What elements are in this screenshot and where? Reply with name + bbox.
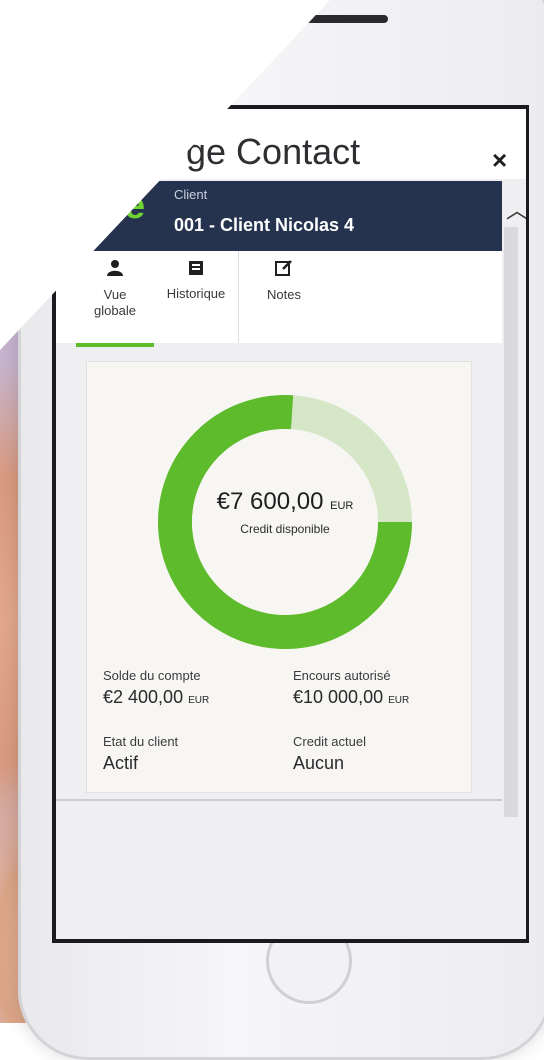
client-label: Client: [174, 187, 208, 202]
scrollbar[interactable]: [504, 227, 518, 817]
stat-label: Etat du client: [103, 734, 179, 749]
stat-value: Aucun: [293, 753, 345, 773]
client-name: 001 - Client Nicolas 4: [174, 215, 355, 235]
stat-value: €2 400,00 EUR: [103, 687, 210, 707]
tab-divider: [238, 251, 239, 343]
app-screen: ge Contact × e Client 001 - Client Nicol…: [52, 105, 529, 943]
tab-vue-globale[interactable]: Vue globale: [76, 251, 154, 347]
tab-label: Notes: [267, 287, 301, 302]
footer-divider: [56, 799, 502, 801]
stat-credit-actuel: Credit actuel Aucun: [293, 734, 366, 774]
credit-donut: €7 600,00 EUR Credit disponible: [155, 392, 425, 652]
tab-notes[interactable]: Notes: [244, 251, 324, 343]
credit-label: Credit disponible: [240, 522, 330, 536]
dialog-title: ge Contact: [186, 131, 361, 172]
edit-icon: [244, 259, 324, 283]
tab-label: Historique: [166, 286, 226, 301]
user-icon: [76, 259, 154, 283]
tab-historique[interactable]: Historique: [156, 251, 236, 343]
history-icon: [156, 259, 236, 282]
stat-value: €10 000,00 EUR: [293, 687, 410, 707]
overview-panel: €7 600,00 EUR Credit disponible Solde du…: [86, 361, 472, 793]
tab-bar: Vue globale Historique Notes: [56, 251, 502, 347]
close-icon[interactable]: ×: [492, 145, 507, 176]
stat-encours: Encours autorisé €10 000,00 EUR: [293, 668, 409, 708]
credit-amount: €7 600,00 EUR: [216, 488, 354, 515]
stat-label: Solde du compte: [103, 668, 201, 683]
stat-label: Encours autorisé: [293, 668, 391, 683]
stat-label: Credit actuel: [293, 734, 366, 749]
stat-value: Actif: [103, 753, 139, 773]
tab-label: Vue globale: [94, 287, 136, 318]
stat-etat: Etat du client Actif: [103, 734, 178, 774]
scroll-up-chevron-icon[interactable]: ︿: [506, 193, 526, 225]
stat-solde: Solde du compte €2 400,00 EUR: [103, 668, 209, 708]
